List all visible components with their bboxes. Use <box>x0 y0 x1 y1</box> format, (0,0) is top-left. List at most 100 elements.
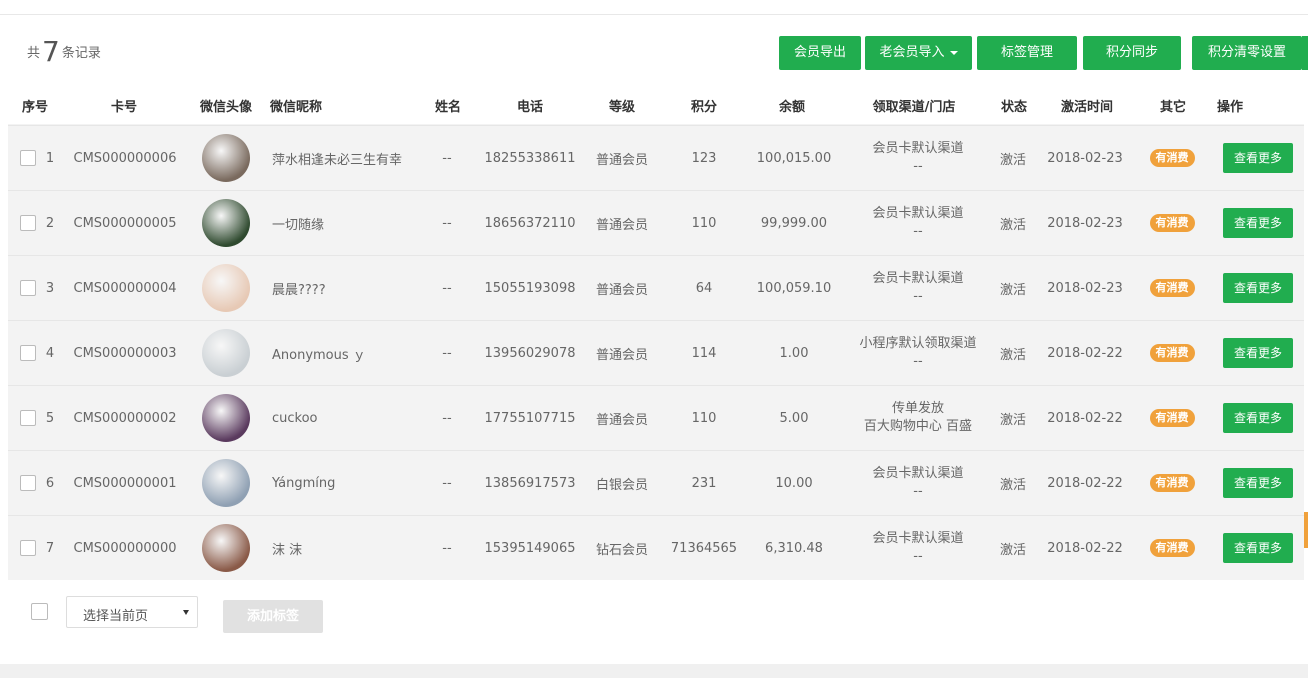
badge-cell: 有消费 <box>1146 191 1198 255</box>
avatar <box>202 264 250 312</box>
row-checkbox[interactable] <box>20 215 36 231</box>
badge-cell: 有消费 <box>1146 516 1198 580</box>
record-count-number: 7 <box>42 35 60 68</box>
action-cell: 查看更多 <box>1222 256 1294 320</box>
consumption-badge: 有消费 <box>1149 149 1195 167</box>
cell-card: CMS000000005 <box>73 215 177 231</box>
row-checkbox-cell <box>18 451 38 515</box>
cell-points: 114 <box>691 345 717 361</box>
old-member-import-button[interactable]: 老会员导入 <box>865 36 972 70</box>
channel-store: -- <box>913 224 923 239</box>
row-checkbox[interactable] <box>20 410 36 426</box>
row-checkbox[interactable] <box>20 475 36 491</box>
cell-card: CMS000000001 <box>73 475 177 491</box>
cell-points: 64 <box>695 280 713 296</box>
avatar-cell <box>202 256 250 320</box>
record-count-prefix: 共 <box>27 46 41 61</box>
action-cell: 查看更多 <box>1222 321 1294 385</box>
cell-name: -- <box>442 215 452 231</box>
col-status: 状态 <box>1000 100 1027 115</box>
channel-store: -- <box>913 549 923 564</box>
cell-status: 激活 <box>999 412 1026 428</box>
cell-phone: 13956029078 <box>484 345 576 361</box>
cell-name: -- <box>442 150 452 166</box>
badge-cell: 有消费 <box>1146 321 1198 385</box>
cell-name: -- <box>442 280 452 296</box>
channel-cell: 会员卡默认渠道 -- <box>848 516 988 580</box>
cell-activated: 2018-02-22 <box>1047 540 1123 556</box>
view-more-button[interactable]: 查看更多 <box>1223 338 1293 368</box>
table-row: 5 CMS000000002 cuckoo -- 17755107715 普通会员 110 5… <box>8 385 1304 450</box>
avatar <box>202 459 250 507</box>
badge-cell: 有消费 <box>1146 386 1198 450</box>
badge-cell: 有消费 <box>1146 256 1198 320</box>
view-more-button[interactable]: 查看更多 <box>1223 468 1293 498</box>
action-cell: 查看更多 <box>1222 191 1294 255</box>
row-checkbox[interactable] <box>20 150 36 166</box>
cell-level: 普通会员 <box>595 412 648 428</box>
cell-card: CMS000000003 <box>73 345 177 361</box>
add-tag-button[interactable]: 添加标签 <box>223 600 323 633</box>
action-cell: 查看更多 <box>1222 386 1294 450</box>
cell-activated: 2018-02-23 <box>1047 150 1123 166</box>
row-checkbox[interactable] <box>20 540 36 556</box>
row-checkbox[interactable] <box>20 280 36 296</box>
cell-index: 4 <box>45 345 55 361</box>
action-cell: 查看更多 <box>1222 451 1294 515</box>
avatar-cell <box>202 191 250 255</box>
col-nickname: 微信昵称 <box>270 100 323 115</box>
cell-balance: 100,059.10 <box>756 280 832 296</box>
row-checkbox-cell <box>18 191 38 255</box>
old-member-import-label: 老会员导入 <box>879 45 945 60</box>
cell-points: 123 <box>691 150 717 166</box>
cell-nickname: Yángmíng <box>272 475 336 491</box>
points-sync-button[interactable]: 积分同步 <box>1083 36 1181 70</box>
consumption-badge: 有消费 <box>1149 279 1195 297</box>
dropdown-arrow-icon <box>183 610 189 615</box>
cell-status: 激活 <box>999 347 1026 363</box>
col-avatar: 微信头像 <box>199 100 252 115</box>
cell-nickname: cuckoo <box>272 410 318 426</box>
channel-primary: 会员卡默认渠道 <box>872 271 964 286</box>
select-all-checkbox[interactable] <box>31 603 48 620</box>
view-more-button[interactable]: 查看更多 <box>1223 208 1293 238</box>
channel-cell: 会员卡默认渠道 -- <box>848 451 988 515</box>
channel-store: -- <box>913 289 923 304</box>
top-divider <box>0 14 1308 15</box>
table-row: 2 CMS000000005 一切随缘 -- 18656372110 普通会员 110 99,… <box>8 190 1304 255</box>
select-page-dropdown[interactable]: 选择当前页 <box>66 596 198 628</box>
avatar-cell <box>202 386 250 450</box>
table-header: 序号 卡号 微信头像 微信昵称 姓名 电话 等级 积分 余额 领取渠道/门店 状… <box>0 94 1308 124</box>
avatar <box>202 524 250 572</box>
view-more-button[interactable]: 查看更多 <box>1223 533 1293 563</box>
cell-index: 3 <box>45 280 55 296</box>
caret-down-icon <box>949 50 958 55</box>
col-card: 卡号 <box>110 100 137 115</box>
member-export-button[interactable]: 会员导出 <box>779 36 861 70</box>
cell-phone: 15395149065 <box>484 540 576 556</box>
view-more-button[interactable]: 查看更多 <box>1223 273 1293 303</box>
row-checkbox-cell <box>18 256 38 320</box>
channel-cell: 会员卡默认渠道 -- <box>848 126 988 190</box>
cell-activated: 2018-02-23 <box>1047 215 1123 231</box>
cell-status: 激活 <box>999 282 1026 298</box>
view-more-button[interactable]: 查看更多 <box>1223 403 1293 433</box>
row-checkbox[interactable] <box>20 345 36 361</box>
channel-store: -- <box>913 354 923 369</box>
view-more-button[interactable]: 查看更多 <box>1223 143 1293 173</box>
cell-level: 普通会员 <box>595 347 648 363</box>
cell-balance: 100,015.00 <box>756 150 832 166</box>
cell-card: CMS000000000 <box>73 540 177 556</box>
cell-nickname: 沫 沫 <box>272 542 303 558</box>
tag-management-button[interactable]: 标签管理 <box>977 36 1077 70</box>
record-count: 共7 条记录 <box>27 34 101 66</box>
channel-cell: 传单发放 百大购物中心 百盛 <box>848 386 988 450</box>
channel-primary: 会员卡默认渠道 <box>872 531 964 546</box>
avatar <box>202 134 250 182</box>
cell-card: CMS000000002 <box>73 410 177 426</box>
col-balance: 余额 <box>778 100 805 115</box>
points-reset-settings-button[interactable]: 积分清零设置 <box>1192 36 1302 70</box>
col-channel: 领取渠道/门店 <box>872 100 956 115</box>
cell-index: 1 <box>45 150 55 166</box>
channel-store: -- <box>913 159 923 174</box>
